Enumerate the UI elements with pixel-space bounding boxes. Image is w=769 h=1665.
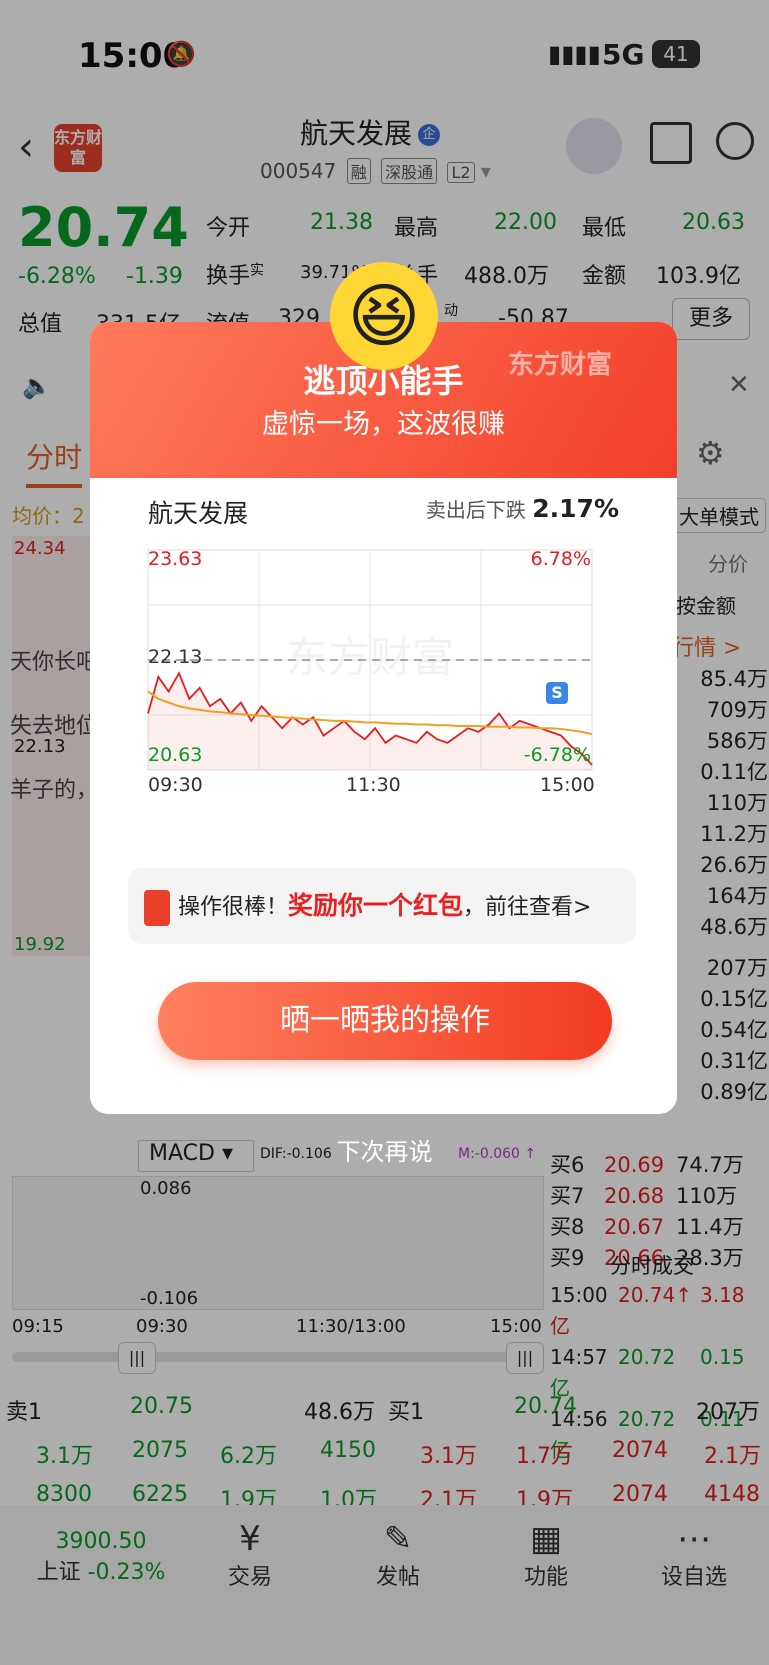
drop-summary: 卖出后下跌 2.17%	[426, 494, 619, 523]
reward-highlight: 奖励你一个红包	[288, 891, 464, 920]
reward-banner[interactable]: 操作很棒！奖励你一个红包，前往查看>	[128, 868, 636, 944]
y-label-bottom-pct: -6.78%	[523, 744, 591, 766]
drop-value: 2.17%	[532, 494, 619, 523]
sell-marker-icon: S	[546, 682, 568, 704]
share-operation-button[interactable]: 晒一晒我的操作	[158, 982, 612, 1060]
x-tick-end: 15:00	[540, 774, 595, 796]
x-tick-start: 09:30	[148, 774, 203, 796]
dismiss-button[interactable]: 下次再说	[0, 1132, 769, 1167]
laughing-emoji-icon: 😆	[330, 262, 438, 370]
y-label-top: 23.63	[148, 548, 203, 570]
red-envelope-icon	[144, 890, 170, 926]
stock-name: 航天发展	[148, 499, 249, 528]
reward-suffix: ，前往查看>	[463, 895, 592, 920]
y-label-mid: 22.13	[148, 646, 203, 668]
reward-prefix: 操作很棒！	[178, 895, 289, 920]
achievement-modal: 东方财富 逃顶小能手 虚惊一场，这波很赚 航天发展 卖出后下跌 2.17% 东方…	[90, 322, 677, 1114]
modal-subtitle: 虚惊一场，这波很赚	[262, 409, 505, 440]
x-tick-mid: 11:30	[346, 774, 401, 796]
y-label-bottom: 20.63	[148, 744, 203, 766]
drop-label: 卖出后下跌	[425, 498, 526, 522]
y-label-top-pct: 6.78%	[530, 548, 591, 570]
